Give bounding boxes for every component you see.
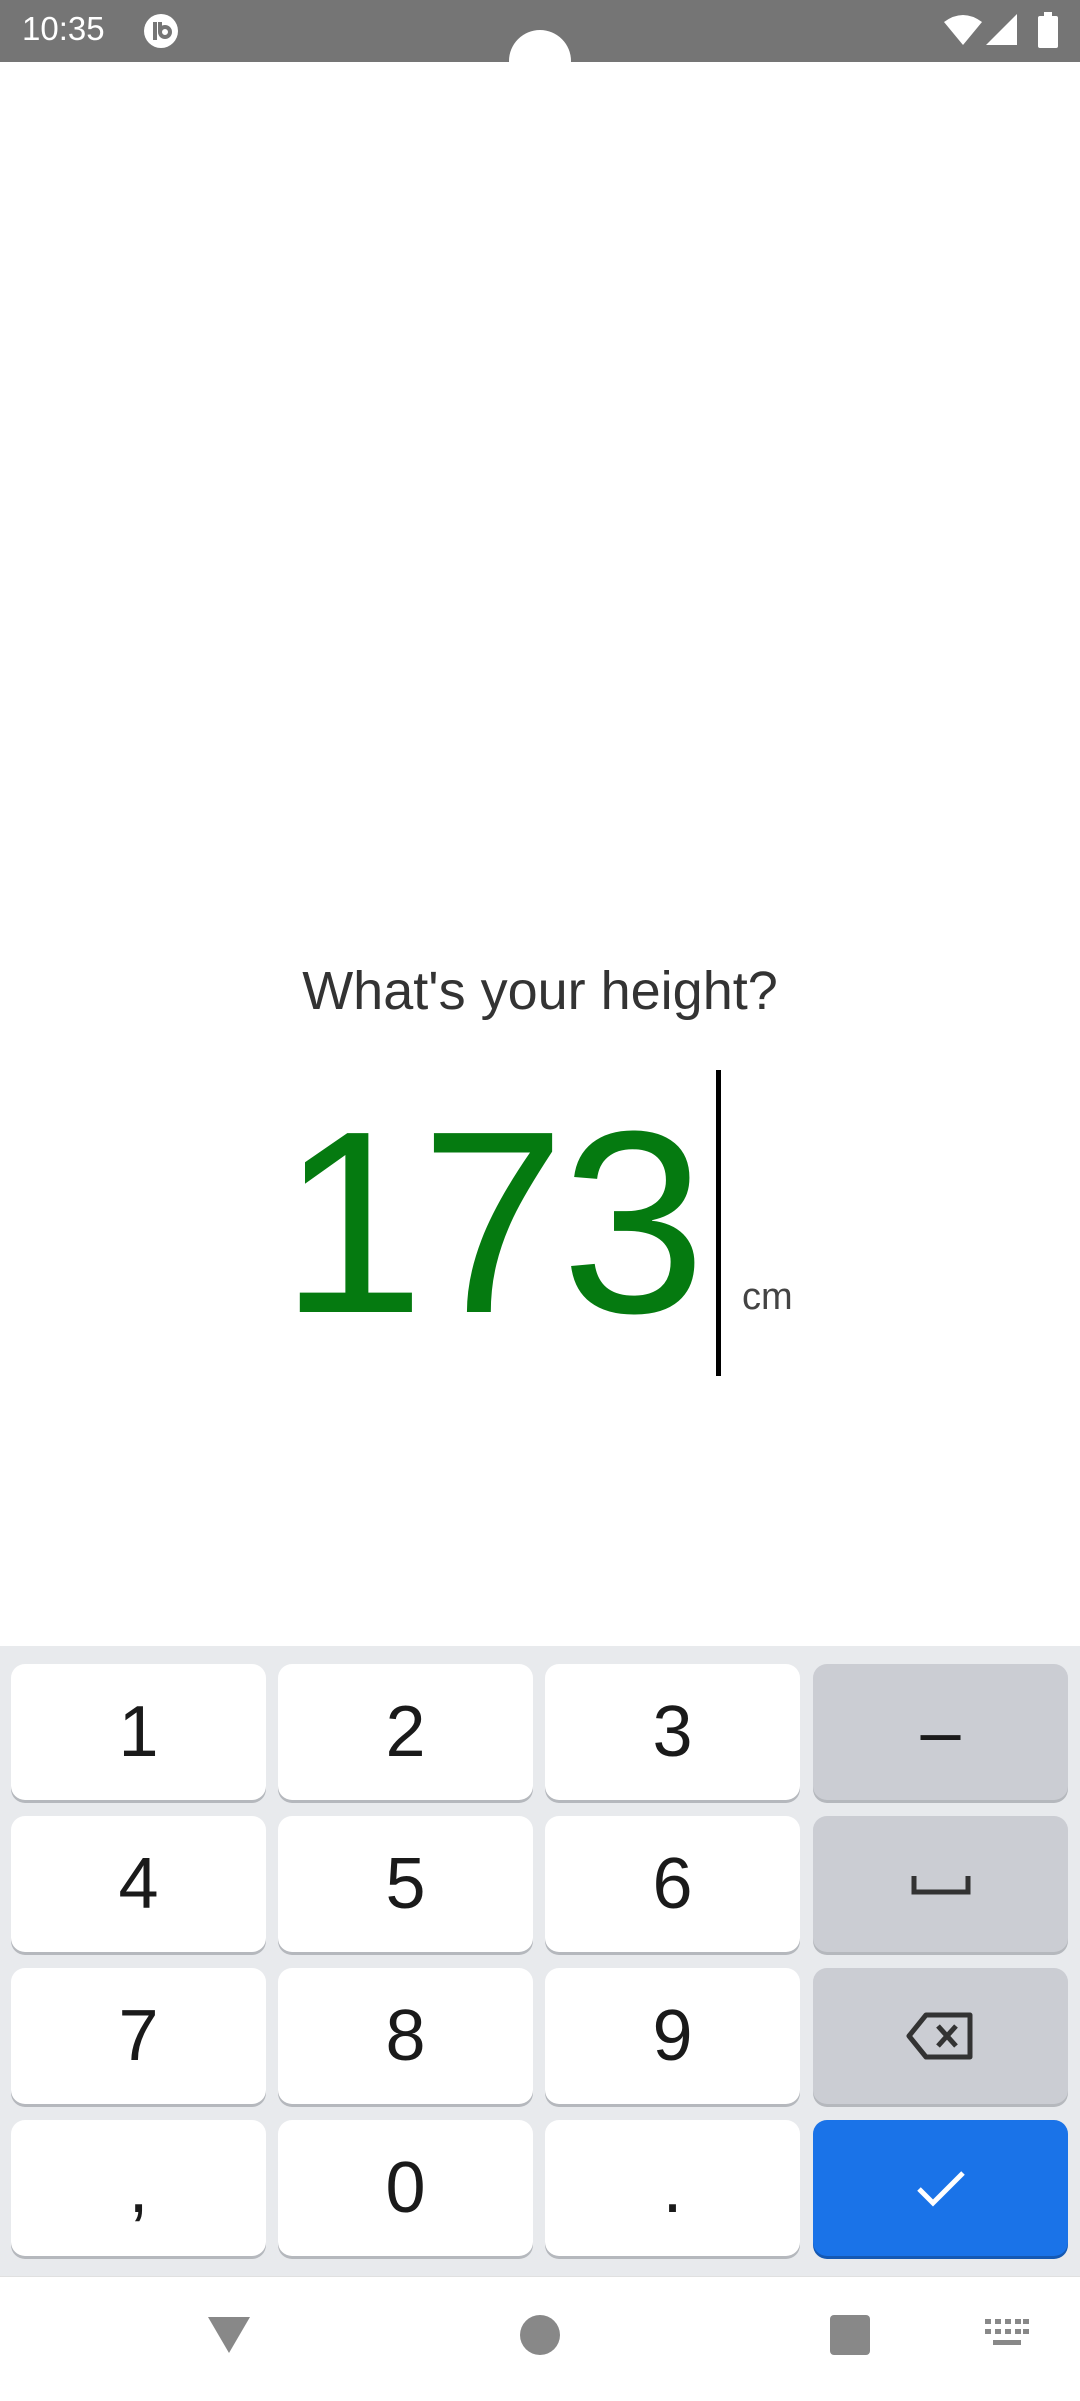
signal-icon — [986, 14, 1017, 45]
key-8[interactable]: 8 — [278, 1968, 533, 2104]
key-1[interactable]: 1 — [11, 1664, 266, 1800]
space-icon — [911, 1876, 970, 1895]
unit-label: cm — [742, 1276, 793, 1318]
back-icon[interactable] — [206, 2315, 252, 2355]
key-7[interactable]: 7 — [11, 1968, 266, 2104]
wifi-icon — [944, 15, 982, 45]
key-9[interactable]: 9 — [545, 1968, 800, 2104]
height-question: What's your height? — [302, 961, 778, 1021]
camera-cutout — [509, 30, 571, 92]
keyboard-switch-icon[interactable] — [985, 2319, 1029, 2349]
key-backspace[interactable] — [813, 1968, 1068, 2104]
key-6[interactable]: 6 — [545, 1816, 800, 1952]
status-time: 10:35 — [22, 10, 105, 47]
battery-icon — [1038, 12, 1058, 48]
height-input-field[interactable]: 173 cm — [280, 1070, 840, 1376]
check-icon — [916, 2171, 965, 2207]
key-5[interactable]: 5 — [278, 1816, 533, 1952]
text-cursor — [716, 1070, 721, 1376]
home-icon[interactable] — [520, 2315, 560, 2355]
key-space[interactable] — [813, 1816, 1068, 1952]
height-value: 173 — [280, 1078, 706, 1368]
key-minus[interactable]: – — [813, 1664, 1068, 1800]
app-notification-icon — [144, 14, 178, 48]
key-done[interactable] — [813, 2120, 1068, 2256]
key-0[interactable]: 0 — [278, 2120, 533, 2256]
key-comma[interactable]: , — [11, 2120, 266, 2256]
key-period[interactable]: . — [545, 2120, 800, 2256]
recents-icon[interactable] — [830, 2315, 870, 2355]
navigation-bar — [0, 2276, 1080, 2401]
key-4[interactable]: 4 — [11, 1816, 266, 1952]
numeric-keyboard: 1 2 3 – 4 5 6 7 8 9 , 0 . — [0, 1646, 1080, 2276]
backspace-icon — [906, 2012, 972, 2060]
key-2[interactable]: 2 — [278, 1664, 533, 1800]
key-3[interactable]: 3 — [545, 1664, 800, 1800]
